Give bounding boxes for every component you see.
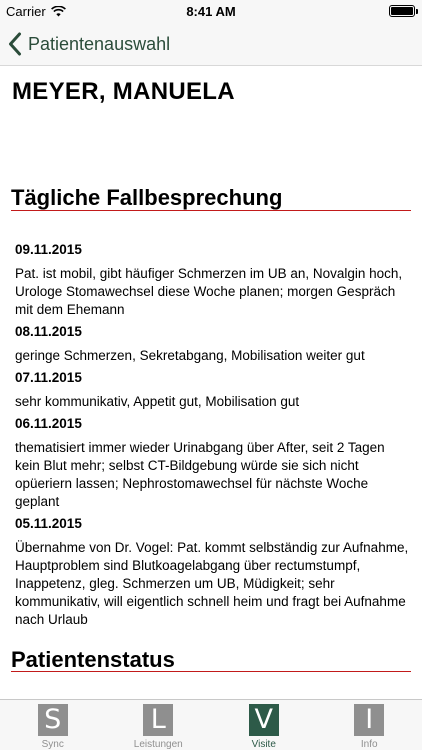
- clock: 8:41 AM: [186, 4, 236, 19]
- tab-bar: S Sync L Leistungen V Visite I Info: [0, 699, 422, 750]
- patient-detail[interactable]: MEYER, MANUELA Tägliche Fallbesprechung …: [0, 67, 422, 699]
- tab-label: Sync: [41, 739, 64, 750]
- tab-label: Info: [360, 739, 378, 750]
- entry-text: Übernahme von Dr. Vogel: Pat. kommt selb…: [15, 540, 409, 627]
- entry-date: 09.11.2015: [15, 242, 82, 257]
- back-button[interactable]: Patientenauswahl: [8, 28, 170, 60]
- tab-leistungen[interactable]: L Leistungen: [106, 700, 212, 750]
- status-bar: Carrier 8:41 AM: [0, 0, 422, 22]
- sync-icon: S: [37, 704, 68, 736]
- section-divider: [11, 210, 411, 211]
- list-item: 09.11.2015 Pat. ist mobil, gibt häufiger…: [15, 241, 410, 319]
- list-item: 08.11.2015 geringe Schmerzen, Sekretabga…: [15, 323, 410, 365]
- entry-date: 05.11.2015: [15, 516, 82, 531]
- visite-icon: V: [248, 704, 279, 736]
- section-divider: [11, 671, 411, 672]
- entry-text: geringe Schmerzen, Sekretabgang, Mobilis…: [15, 348, 365, 363]
- entry-date: 06.11.2015: [15, 416, 82, 431]
- battery-icon: [389, 5, 418, 17]
- navigation-bar: Patientenauswahl: [0, 22, 422, 66]
- list-item: 06.11.2015 thematisiert immer wieder Uri…: [15, 415, 410, 511]
- tab-label: Leistungen: [133, 739, 183, 750]
- patient-name: MEYER, MANUELA: [12, 78, 235, 105]
- section-title-daily: Tägliche Fallbesprechung: [11, 185, 283, 210]
- section-title-status: Patientenstatus: [11, 647, 175, 672]
- entry-text: sehr kommunikativ, Appetit gut, Mobilisa…: [15, 394, 300, 409]
- chevron-left-icon: [9, 32, 21, 56]
- entry-list: 09.11.2015 Pat. ist mobil, gibt häufiger…: [15, 241, 410, 633]
- info-icon: I: [354, 704, 385, 736]
- entry-text: Pat. ist mobil, gibt häufiger Schmerzen …: [15, 266, 403, 317]
- tab-visite[interactable]: V Visite: [211, 700, 317, 750]
- tab-info[interactable]: I Info: [317, 700, 422, 750]
- tab-sync[interactable]: S Sync: [0, 700, 106, 750]
- entry-text: thematisiert immer wieder Urinabgang übe…: [15, 440, 385, 509]
- back-button-label: Patientenauswahl: [28, 33, 171, 54]
- entry-date: 07.11.2015: [15, 370, 82, 385]
- tab-label: Visite: [251, 739, 276, 750]
- list-item: 05.11.2015 Übernahme von Dr. Vogel: Pat.…: [15, 515, 410, 629]
- list-item: 07.11.2015 sehr kommunikativ, Appetit gu…: [15, 369, 410, 411]
- leistungen-icon: L: [143, 704, 174, 736]
- entry-date: 08.11.2015: [15, 324, 82, 339]
